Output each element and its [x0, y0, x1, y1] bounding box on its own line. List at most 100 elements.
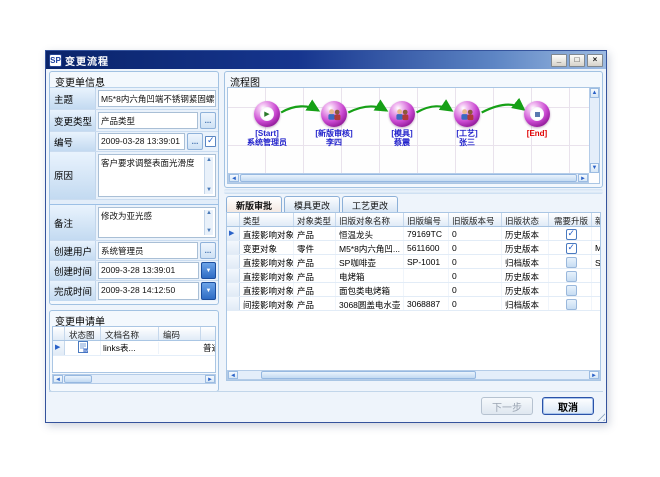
row-selector[interactable]: [227, 241, 240, 254]
finish-time-label: 完成时间: [50, 281, 96, 301]
reason-scrollbar[interactable]: ▲ ▼: [204, 157, 213, 194]
change-type-input[interactable]: 产品类型: [98, 112, 198, 129]
titlebar[interactable]: SP 变更流程 _ □ ×: [46, 51, 606, 69]
close-button[interactable]: ×: [587, 54, 603, 67]
flow-node-end[interactable]: [End]: [497, 101, 577, 138]
table-row[interactable]: 间接影响对象 产品 3068圆盖电水壶 3068887 0 归档版本: [227, 297, 600, 311]
cell-old-no: [404, 283, 449, 296]
table-row[interactable]: 直接影响对象 产品 面包类电烤箱 0 历史版本: [227, 283, 600, 297]
change-type-picker-button[interactable]: ...: [200, 112, 216, 129]
col-old-name[interactable]: 旧版对象名称: [336, 213, 404, 226]
col-old-no[interactable]: 旧版编号: [404, 213, 449, 226]
cell-old-ver: 0: [449, 269, 502, 282]
number-picker-button[interactable]: ...: [187, 133, 203, 150]
scroll-left-icon[interactable]: ◄: [228, 371, 238, 379]
change-request-group: 变更申请单 状态图 文档名称 编码: [49, 310, 219, 392]
number-checkbox[interactable]: [205, 136, 216, 147]
scroll-right-icon[interactable]: ►: [205, 375, 215, 383]
tab-new-version-approval[interactable]: 新版审批: [226, 196, 282, 212]
reason-textarea[interactable]: 客户要求调整表面光滑度 ▲ ▼: [98, 154, 216, 197]
create-time-label: 创建时间: [50, 261, 96, 280]
row-selector[interactable]: [227, 255, 240, 268]
creator-label: 创建用户: [50, 241, 96, 260]
scroll-up-icon[interactable]: ▲: [206, 210, 212, 217]
scroll-left-icon[interactable]: ◄: [229, 174, 239, 182]
scroll-down-icon[interactable]: ▼: [206, 187, 212, 194]
tab-craft-change[interactable]: 工艺更改: [342, 196, 398, 212]
flow-vscrollbar[interactable]: ▲ ▼: [589, 88, 599, 173]
end-icon: [530, 107, 544, 121]
flow-hscrollbar[interactable]: ◄ ►: [228, 173, 589, 183]
upgrade-checkbox[interactable]: [566, 257, 577, 268]
horizontal-splitter[interactable]: [224, 189, 603, 194]
minimize-button[interactable]: _: [551, 54, 567, 67]
cell-old-name: 3068圆盖电水壶: [336, 297, 404, 310]
col-old-status[interactable]: 旧版状态: [502, 213, 549, 226]
scroll-up-icon[interactable]: ▲: [590, 88, 599, 98]
cell-old-name: SP咖啡壶: [336, 255, 404, 268]
scroll-right-icon[interactable]: ►: [589, 371, 599, 379]
row-selector[interactable]: [227, 297, 240, 310]
mini-col-code[interactable]: 编码: [159, 327, 201, 340]
request-row[interactable]: W links表... 普通: [53, 341, 215, 356]
upgrade-checkbox[interactable]: [566, 243, 577, 254]
col-old-ver[interactable]: 旧版版本号: [449, 213, 502, 226]
number-input[interactable]: 2009-03-28 13:39:01: [98, 133, 185, 150]
table-row[interactable]: 变更对象 零件 M5*8内六角凹... 5611600 0 历史版本 M5*8: [227, 241, 600, 255]
finish-time-input[interactable]: 2009-3-28 14:12:50: [98, 282, 199, 300]
col-upgrade[interactable]: 需要升版: [549, 213, 592, 226]
cell-old-ver: 0: [449, 283, 502, 296]
cancel-button[interactable]: 取消: [542, 397, 594, 415]
cell-obj-type: 产品: [294, 283, 336, 296]
scroll-up-icon[interactable]: ▲: [206, 157, 212, 164]
remark-scrollbar[interactable]: ▲ ▼: [204, 210, 213, 235]
finish-time-row: 完成时间 2009-3-28 14:12:50 ▼: [50, 281, 218, 301]
creator-picker-button[interactable]: ...: [200, 242, 216, 259]
table-row[interactable]: 直接影响对象 产品 恒温龙头 79169TC 0 历史版本: [227, 227, 600, 241]
mini-gutter-header: [53, 327, 65, 340]
scrollbar-thumb[interactable]: [64, 375, 92, 383]
client-area: 变更单信息 主题 M5*8内六角凹端不锈钢紧固螺钉 变更类型 产品类型 ...: [46, 69, 606, 422]
scroll-left-icon[interactable]: ◄: [53, 375, 63, 383]
flow-node-craft[interactable]: [工艺]张三: [427, 101, 507, 147]
row-selector[interactable]: [227, 283, 240, 296]
maximize-button[interactable]: □: [569, 54, 585, 67]
request-table-hscrollbar[interactable]: ◄ ►: [52, 374, 216, 384]
col-new[interactable]: 新版: [592, 213, 600, 226]
creator-input[interactable]: 系统管理员: [98, 242, 198, 259]
request-doc-name: links表...: [101, 342, 159, 354]
upgrade-checkbox[interactable]: [566, 299, 577, 310]
col-obj-type[interactable]: 对象类型: [294, 213, 336, 226]
upgrade-checkbox[interactable]: [566, 271, 577, 282]
next-button[interactable]: 下一步: [481, 397, 533, 415]
flow-canvas[interactable]: ▶ [Start]系统管理员 [新版审核]李四: [227, 87, 600, 184]
finish-time-dropdown-button[interactable]: ▼: [201, 282, 216, 300]
tab-mold-change[interactable]: 模具更改: [284, 196, 340, 212]
change-type-label: 变更类型: [50, 110, 96, 131]
scrollbar-thumb[interactable]: [261, 371, 476, 379]
upgrade-checkbox[interactable]: [566, 285, 577, 296]
cell-old-no: SP-1001: [404, 255, 449, 268]
row-selector[interactable]: [53, 341, 65, 355]
col-type[interactable]: 类型: [240, 213, 294, 226]
subject-row: 主题 M5*8内六角凹端不锈钢紧固螺钉: [50, 88, 218, 110]
subject-input[interactable]: M5*8内六角凹端不锈钢紧固螺钉: [98, 90, 216, 107]
approval-table-hscrollbar[interactable]: ◄ ►: [227, 370, 600, 380]
table-row[interactable]: 直接影响对象 产品 电烤箱 0 历史版本: [227, 269, 600, 283]
cell-old-ver: 0: [449, 255, 502, 268]
row-selector[interactable]: [227, 269, 240, 282]
mini-col-extra: [201, 327, 215, 340]
scroll-down-icon[interactable]: ▼: [206, 228, 212, 235]
mini-col-status[interactable]: 状态图: [65, 327, 101, 340]
scroll-down-icon[interactable]: ▼: [590, 163, 599, 173]
mini-col-docname[interactable]: 文档名称: [101, 327, 159, 340]
cell-old-ver: 0: [449, 227, 502, 240]
remark-textarea[interactable]: 修改为亚光感 ▲ ▼: [98, 207, 216, 238]
create-time-dropdown-button[interactable]: ▼: [201, 262, 216, 279]
scrollbar-thumb[interactable]: [240, 174, 577, 182]
upgrade-checkbox[interactable]: [566, 229, 577, 240]
scroll-right-icon[interactable]: ►: [578, 174, 588, 182]
create-time-input[interactable]: 2009-3-28 13:39:01: [98, 262, 199, 279]
table-row[interactable]: 直接影响对象 产品 SP咖啡壶 SP-1001 0 归档版本 SP咖: [227, 255, 600, 269]
row-selector[interactable]: [227, 227, 240, 240]
